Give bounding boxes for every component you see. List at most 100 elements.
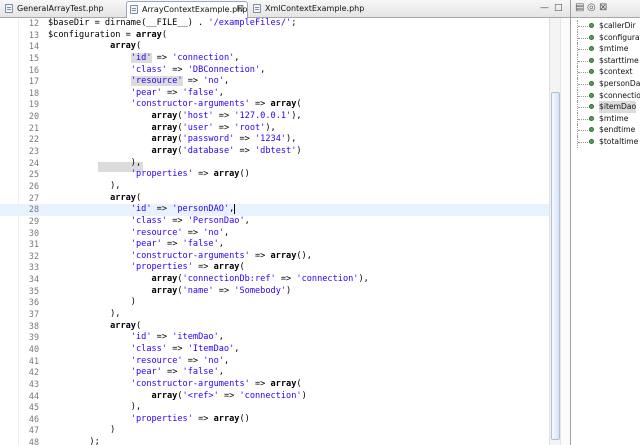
- outline-item[interactable]: $itemDao: [571, 101, 640, 113]
- line-number: 18: [28, 87, 39, 98]
- text-caret: ​: [234, 204, 236, 215]
- variable-icon: [589, 23, 594, 28]
- line-number: 12: [28, 18, 39, 28]
- code-line[interactable]: 44 array('<ref>' => 'connection'): [0, 391, 560, 403]
- outline-item-label: $personDao: [599, 78, 640, 88]
- maximize-icon[interactable]: □: [554, 1, 563, 16]
- code-text: 'pear' => 'false',: [130, 367, 224, 378]
- code-line[interactable]: 15 'id' => 'connection',: [0, 52, 560, 65]
- variable-icon: [589, 127, 594, 133]
- code-line[interactable]: 31 'pear' => 'false',: [0, 239, 560, 251]
- editor-tab-bar: GeneralArrayTest.php ArrayContextExample…: [0, 0, 570, 18]
- code-line[interactable]: 38 array(: [0, 321, 560, 333]
- code-line[interactable]: 46 'properties' => array(): [0, 414, 560, 426]
- code-line[interactable]: 26 ),: [0, 181, 560, 193]
- line-number: 42: [28, 367, 39, 378]
- outline-item-label: $callerDir: [599, 21, 636, 30]
- line-number: 26: [28, 180, 39, 191]
- code-line[interactable]: 29 'class' => 'PersonDao',: [0, 216, 560, 228]
- tab-array-context-example[interactable]: ArrayContextExample.php ⊠: [126, 1, 248, 18]
- code-line[interactable]: 39 'id' => 'itemDao',: [0, 332, 560, 344]
- outline-item[interactable]: $personDao: [571, 77, 640, 90]
- code-line[interactable]: 43 'constructor-arguments' => array(: [0, 379, 560, 391]
- code-text: 'class' => 'ItemDao',: [130, 343, 240, 354]
- code-line[interactable]: 48 );: [0, 437, 560, 445]
- code-line[interactable]: 12 $baseDir = dirname(__FILE__) . '/examp…: [0, 18, 560, 30]
- outline-item-label: $mtime: [599, 113, 629, 123]
- line-number: 45: [28, 402, 39, 413]
- line-number: 29: [28, 215, 39, 226]
- outline-filter-icon[interactable]: ◎: [587, 2, 596, 14]
- outline-item[interactable]: $starttime: [571, 54, 640, 67]
- code-line[interactable]: 18 'pear' => 'false',: [0, 88, 560, 100]
- code-line[interactable]: 32 'constructor-arguments' => array(),: [0, 251, 560, 263]
- code-editor[interactable]: 12 $baseDir = dirname(__FILE__) . '/examp…: [0, 18, 560, 445]
- code-line[interactable]: 24 ),: [0, 158, 560, 170]
- outline-item[interactable]: $mtime: [571, 43, 640, 55]
- outline-item[interactable]: $callerDir: [571, 20, 640, 32]
- code-line[interactable]: 41 'resource' => 'no',: [0, 356, 560, 368]
- code-line[interactable]: 33 'properties' => array(: [0, 262, 560, 274]
- outline-item-label: $configuration: [599, 32, 640, 42]
- code-line[interactable]: 22 array('password' => '1234'),: [0, 134, 560, 146]
- outline-item[interactable]: $endtime: [571, 124, 640, 136]
- code-text: array('user' => 'root'),: [151, 122, 276, 133]
- line-number: 38: [28, 320, 39, 331]
- code-text: array('name' => 'Somebody'): [151, 285, 292, 296]
- code-line[interactable]: 42 'pear' => 'false',: [0, 367, 560, 379]
- code-line[interactable]: 47 ): [0, 425, 560, 437]
- tab-xml-context-example[interactable]: XmlContextExample.php: [250, 1, 365, 16]
- code-line[interactable]: 28 'id' => 'personDAO',​: [0, 204, 560, 216]
- code-text: 'resource' => 'no',: [130, 76, 230, 87]
- scrollbar-thumb[interactable]: [551, 92, 560, 440]
- line-number: 44: [28, 390, 39, 401]
- code-line[interactable]: 13 $configuration = array(: [0, 30, 560, 42]
- variable-icon: [589, 92, 594, 98]
- line-number: 47: [28, 425, 39, 436]
- variable-icon: [589, 69, 594, 75]
- line-number: 34: [28, 274, 39, 285]
- line-number: 14: [28, 41, 39, 52]
- code-line[interactable]: 21 array('user' => 'root'),: [0, 123, 560, 135]
- variable-icon: [589, 46, 594, 52]
- code-line[interactable]: 20 array('host' => '127.0.0.1'),: [0, 111, 560, 123]
- variable-icon: [589, 80, 594, 86]
- outline-item[interactable]: $context: [571, 66, 640, 78]
- close-tab-icon[interactable]: ⊠: [236, 2, 244, 17]
- tab-general-array-test[interactable]: GeneralArrayTest.php: [2, 1, 124, 16]
- code-text: 'resource' => 'no',: [130, 355, 230, 366]
- code-line[interactable]: 23 array('database' => 'dbtest'): [0, 146, 560, 158]
- outline-item[interactable]: $connection: [571, 89, 640, 102]
- outline-item[interactable]: $mtime: [571, 112, 640, 125]
- outline-view-icon[interactable]: ▤: [575, 2, 584, 14]
- code-text: );: [48, 437, 100, 445]
- code-line[interactable]: 35 array('name' => 'Somebody'): [0, 286, 560, 298]
- code-line[interactable]: 14 array(: [0, 41, 560, 53]
- code-text: 'resource' => 'no',: [130, 227, 230, 238]
- outline-item-label: $itemDao: [599, 101, 637, 113]
- code-line[interactable]: 27 array(: [0, 193, 560, 205]
- tab-label: XmlContextExample.php: [265, 4, 365, 13]
- code-line[interactable]: 30 'resource' => 'no',: [0, 228, 560, 240]
- code-text: array('password' => '1234'),: [151, 134, 297, 145]
- code-line[interactable]: 16 'class' => 'DBConnection',: [0, 65, 560, 77]
- outline-header: ▤ ◎ ⊠: [571, 0, 640, 18]
- outline-item[interactable]: $configuration: [571, 31, 640, 44]
- code-line[interactable]: 17 'resource' => 'no',: [0, 76, 560, 88]
- variable-icon: [589, 104, 594, 110]
- code-line[interactable]: 45 ),: [0, 402, 560, 414]
- line-number: 21: [28, 122, 39, 133]
- outline-item[interactable]: $totaltime: [571, 135, 640, 148]
- code-text: ),: [48, 402, 142, 413]
- php-file-icon: [130, 5, 138, 14]
- line-number: 43: [28, 378, 39, 389]
- close-outline-icon[interactable]: ⊠: [599, 2, 607, 14]
- code-text: ),: [48, 157, 142, 168]
- code-line[interactable]: 25 'properties' => array(): [0, 169, 560, 181]
- code-line[interactable]: 19 'constructor-arguments' => array(: [0, 99, 560, 111]
- code-line[interactable]: 36 ): [0, 297, 560, 309]
- minimize-icon[interactable]: —: [540, 1, 549, 16]
- code-line[interactable]: 37 ),: [0, 309, 560, 321]
- code-line[interactable]: 34 array('connectionDb:ref' => 'connecti…: [0, 274, 560, 286]
- code-line[interactable]: 40 'class' => 'ItemDao',: [0, 344, 560, 356]
